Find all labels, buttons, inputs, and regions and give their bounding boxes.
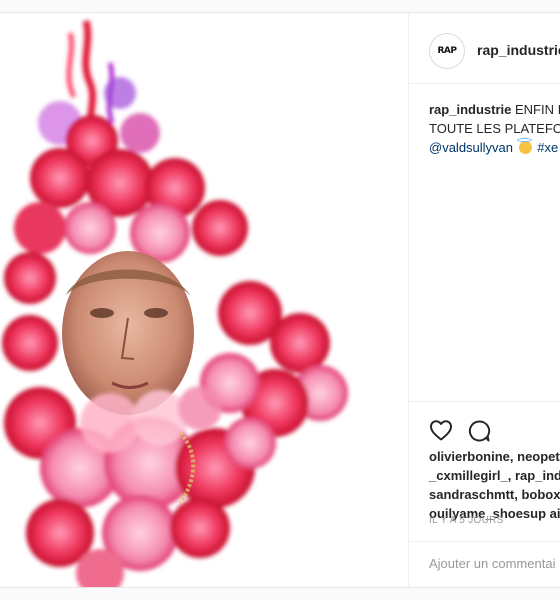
post-actions [409,401,560,442]
likes-line[interactable]: _cxmillegirl_, rap_ind [429,466,560,485]
liked-by-list: olivierbonine, neopet _cxmillegirl_, rap… [429,447,560,523]
post-image[interactable] [0,13,408,587]
caption-username[interactable]: rap_industrie [429,102,511,117]
post-timestamp[interactable]: IL Y A 5 JOURS [429,515,504,526]
smoke-portrait-artwork [0,13,408,587]
caption-text-2: TOUTE LES PLATEFO [429,121,560,136]
comment-icon[interactable] [467,419,491,448]
caption-line-1: rap_industrie ENFIN I [429,100,560,119]
post-header: RAP rap_industrie [409,13,560,84]
caption-hashtag[interactable]: #xe [537,140,558,155]
comment-box [409,541,560,588]
post-sidebar: RAP rap_industrie rap_industrie ENFIN I … [408,13,560,587]
avatar[interactable]: RAP [429,33,465,69]
instagram-post: RAP rap_industrie rap_industrie ENFIN I … [0,12,560,588]
caption-text-1: ENFIN I [514,102,560,117]
heart-icon[interactable] [429,419,453,446]
header-username[interactable]: rap_industrie [477,42,560,58]
comment-input[interactable] [429,556,560,571]
caption-mention[interactable]: @valdsullyvan [429,140,513,155]
caption-line-3: @valdsullyvan #xe [429,138,560,157]
likes-line[interactable]: olivierbonine, neopet [429,447,560,466]
likes-line[interactable]: sandraschmtt, bobox [429,485,560,504]
post-caption: rap_industrie ENFIN I TOUTE LES PLATEFO … [429,100,560,157]
avatar-logo: RAP [437,45,458,56]
halo-smile-emoji-icon [516,138,532,154]
